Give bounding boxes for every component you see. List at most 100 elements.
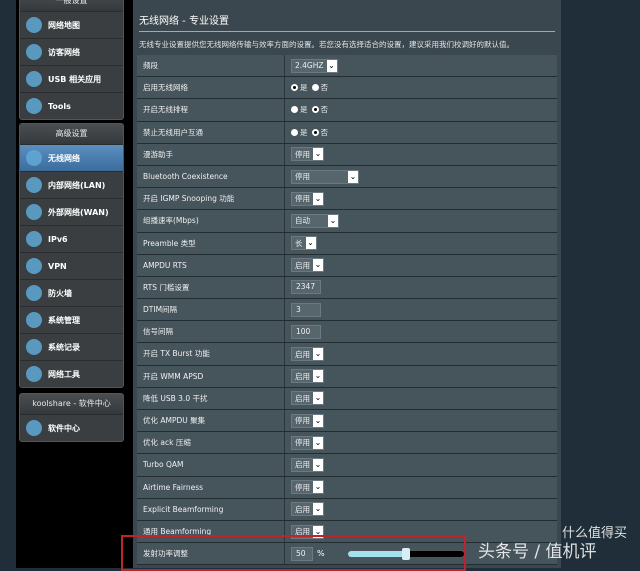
sidebar-item-advanced-1[interactable]: 内部网络(LAN): [20, 171, 123, 198]
chevron-down-icon: ⌄: [313, 259, 323, 272]
setting-label: Bluetooth Coexistence: [137, 165, 285, 188]
chevron-down-icon: ⌄: [328, 214, 338, 227]
sidebar-item-advanced-3[interactable]: IPv6: [20, 225, 123, 252]
sidebar-item-general-3[interactable]: Tools: [20, 92, 123, 119]
chevron-down-icon: ⌄: [313, 148, 323, 161]
setting-label: Explicit Beamforming: [137, 498, 285, 520]
setting-input[interactable]: 3: [291, 302, 321, 317]
setting-label: Turbo QAM: [137, 454, 285, 476]
setting-select[interactable]: 自动 ⌄: [291, 213, 339, 228]
radio-button[interactable]: [311, 106, 319, 114]
radio-label: 否: [320, 105, 329, 115]
radio-button[interactable]: [311, 128, 319, 136]
sidebar-item-general-0[interactable]: 网络地图: [20, 11, 123, 38]
sidebar-item-general-1[interactable]: 访客网络: [20, 38, 123, 65]
radio-yes[interactable]: 是: [291, 82, 308, 93]
chevron-down-icon: ⌄: [313, 481, 323, 494]
sidebar-item-advanced-8[interactable]: 网络工具: [20, 360, 123, 387]
setting-input[interactable]: 100: [291, 324, 321, 339]
sidebar-item-advanced-5[interactable]: 防火墙: [20, 279, 123, 306]
setting-label: 优化 ack 压缩: [137, 432, 285, 454]
setting-value: 启用 ⌄: [285, 343, 557, 364]
setting-select[interactable]: 2.4GHZ ⌄: [291, 58, 338, 73]
setting-select[interactable]: 启用 ⌄: [291, 347, 324, 362]
sidebar-item-general-2[interactable]: USB 相关应用: [20, 65, 123, 92]
general-header: 一般设置: [20, 0, 123, 11]
chevron-down-icon: ⌄: [313, 436, 323, 449]
setting-row: Explicit Beamforming 启用 ⌄: [137, 498, 557, 521]
select-value: 停用: [295, 438, 310, 448]
select-value: 启用: [295, 393, 310, 403]
sidebar-item-advanced-2[interactable]: 外部网络(WAN): [20, 198, 123, 225]
setting-value: 是否: [285, 99, 557, 120]
sidebar-item-label: Tools: [48, 101, 71, 111]
advanced-header: 高级设置: [20, 124, 123, 144]
radio-label: 是: [300, 83, 308, 93]
chevron-down-icon: ⌄: [348, 170, 358, 183]
setting-label: 组播速率(Mbps): [137, 210, 285, 232]
setting-value: 100: [285, 321, 557, 342]
radio-yes[interactable]: 是: [291, 127, 308, 138]
setting-row: Airtime Fairness 停用 ⌄: [137, 476, 557, 499]
setting-label: 禁止无线用户互通: [137, 121, 285, 143]
radio-button[interactable]: [291, 84, 298, 92]
sidebar-item-label: 无线网络: [48, 153, 80, 163]
koolshare-header: koolshare - 软件中心: [20, 394, 123, 414]
sidebar-item-label: 访客网络: [48, 47, 80, 57]
radio-button[interactable]: [291, 106, 298, 114]
sidebar-item-advanced-0[interactable]: 无线网络: [20, 144, 123, 171]
setting-select[interactable]: 启用 ⌄: [291, 369, 324, 384]
setting-row: Turbo QAM 启用 ⌄: [137, 454, 557, 477]
menu-icon: [26, 231, 42, 247]
setting-value: 2.4GHZ ⌄: [285, 55, 557, 76]
setting-input[interactable]: 2347: [291, 280, 321, 295]
select-value: 启用: [295, 504, 310, 514]
sidebar-item-label: 外部网络(WAN): [48, 207, 109, 217]
setting-value: 3: [285, 299, 557, 320]
setting-select[interactable]: 停用 ⌄: [291, 435, 324, 450]
setting-select[interactable]: 启用 ⌄: [291, 502, 324, 517]
setting-select[interactable]: 长 ⌄: [291, 236, 317, 251]
setting-select[interactable]: 停用 ⌄: [291, 413, 324, 428]
setting-row: 开启 WMM APSD 启用 ⌄: [137, 365, 557, 388]
radio-label: 是: [300, 127, 308, 137]
sidebar-item-advanced-7[interactable]: 系统记录: [20, 333, 123, 360]
select-value: 长: [295, 238, 303, 248]
sidebar-item-koolshare-0[interactable]: 软件中心: [20, 414, 123, 441]
menu-icon: [26, 312, 42, 328]
setting-label: Airtime Fairness: [137, 476, 285, 498]
setting-label: 漫游助手: [137, 143, 285, 165]
chevron-down-icon: ⌄: [313, 414, 323, 427]
setting-label: 降低 USB 3.0 干扰: [137, 387, 285, 409]
setting-value: 停用 ⌄: [285, 477, 557, 498]
select-value: 启用: [295, 460, 310, 470]
setting-label: 开启 IGMP Snooping 功能: [137, 188, 285, 210]
chevron-down-icon: ⌄: [305, 237, 316, 250]
select-value: 停用: [295, 482, 310, 492]
select-value: 自动: [295, 216, 310, 226]
radio-no[interactable]: 否: [311, 104, 329, 115]
setting-row: 启用无线网络是否: [137, 77, 557, 100]
radio-button[interactable]: [311, 84, 319, 92]
sidebar-item-label: USB 相关应用: [48, 74, 102, 84]
radio-no[interactable]: 否: [311, 82, 328, 93]
radio-yes[interactable]: 是: [291, 104, 308, 115]
menu-icon: [26, 285, 42, 301]
setting-row: 组播速率(Mbps) 自动 ⌄: [137, 210, 557, 233]
settings-table: 频段 2.4GHZ ⌄ 启用无线网络是否开启无线排程是否禁止无线用户互通是否漫游助手停…: [137, 55, 557, 566]
setting-label: 优化 AMPDU 聚集: [137, 410, 285, 432]
setting-select[interactable]: 停用 ⌄: [291, 480, 324, 495]
sidebar-item-advanced-6[interactable]: 系统管理: [20, 306, 123, 333]
menu-icon: [26, 150, 42, 166]
setting-select[interactable]: 启用 ⌄: [291, 457, 324, 472]
radio-no[interactable]: 否: [311, 127, 329, 138]
setting-select[interactable]: 停用 ⌄: [291, 147, 324, 162]
setting-select[interactable]: 启用 ⌄: [291, 258, 324, 273]
setting-select[interactable]: 启用 ⌄: [291, 391, 324, 406]
radio-label: 否: [320, 127, 329, 137]
setting-select[interactable]: 停用 ⌄: [291, 169, 359, 184]
setting-select[interactable]: 停用 ⌄: [291, 191, 324, 206]
koolshare-group: koolshare - 软件中心 软件中心: [19, 393, 124, 442]
radio-button[interactable]: [291, 128, 298, 136]
sidebar-item-advanced-4[interactable]: VPN: [20, 252, 123, 279]
